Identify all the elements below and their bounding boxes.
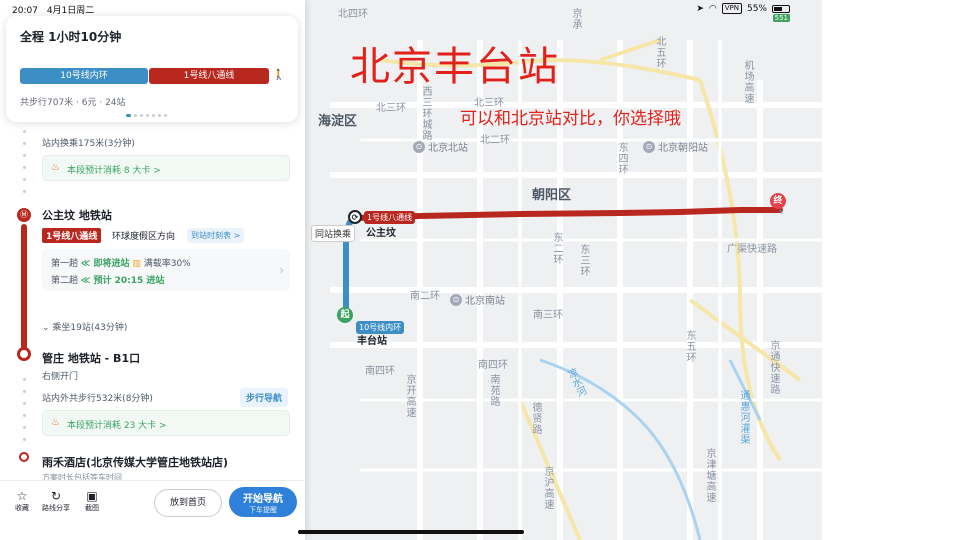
road-label: 广渠快速路 xyxy=(727,244,777,255)
route-meta: 共步行707米 · 6元 · 24站 xyxy=(20,98,126,108)
line-badge: 1号线八通线 xyxy=(42,228,102,243)
route-summary-card[interactable]: 全程 1小时10分钟 10号线内环 1号线八通线 🚶 共步行707米 · 6元 … xyxy=(6,16,298,122)
direction-text: 环球度假区方向 xyxy=(112,232,176,242)
alight-stop-marker xyxy=(17,347,31,361)
road-label: 南三环 xyxy=(533,310,563,321)
screenshot-button[interactable]: ▣ 截图 xyxy=(77,489,107,513)
road-label: 东三环 xyxy=(578,244,589,277)
train-arrival-box[interactable]: 第一趟 ≪ 即将进站 ▥ 满载率30% 第二趟 ≪ 预计 20:15 进站 › xyxy=(42,249,290,291)
road-label: 东五环 xyxy=(684,330,695,363)
alight-station[interactable]: 管庄 地铁站 - B1口 xyxy=(42,350,140,366)
road-label: 北二环 xyxy=(480,135,510,146)
road-label: 京开高速 xyxy=(404,374,415,418)
metro-icon: Ⓜ xyxy=(17,208,31,222)
road-label: 北五环 xyxy=(654,36,665,69)
road-label: 南苑路 xyxy=(488,374,499,407)
status-date: 4月1日周二 xyxy=(46,6,95,16)
train-row-2: 第二趟 ≪ 预计 20:15 进站 xyxy=(51,276,165,286)
start-navigation-button[interactable]: 开始导航 下车提醒 xyxy=(229,487,297,517)
add-to-home-button[interactable]: 放到首页 xyxy=(154,489,222,517)
location-icon: ➤ xyxy=(696,3,704,14)
bottom-action-bar: ☆ 收藏 ↻ 路线分享 ▣ 截图 放到首页 开始导航 下车提醒 xyxy=(0,480,305,540)
favorite-button[interactable]: ☆ 收藏 xyxy=(7,489,37,513)
train-station-icon: ⊙ xyxy=(450,293,462,306)
walk-nav-button[interactable]: 步行导航 xyxy=(240,388,289,407)
road-label: 东四环 xyxy=(616,142,627,175)
share-icon: ↻ xyxy=(50,489,62,503)
road-shield-badge: 551 xyxy=(772,14,790,22)
crowd-icon: ▥ xyxy=(132,259,144,269)
boarding-station[interactable]: 公主坟 地铁站 xyxy=(42,207,112,223)
road-label: 南四环 xyxy=(365,366,395,377)
vpn-badge: VPN xyxy=(721,3,742,14)
road-label: 西三环城路 xyxy=(420,86,431,141)
segment-line10[interactable]: 10号线内环 xyxy=(20,68,148,84)
start-station-label: 丰台站 xyxy=(357,336,387,347)
home-indicator[interactable] xyxy=(298,530,524,534)
district-haidian: 海淀区 xyxy=(318,114,358,129)
road-label: 京津塘高速 xyxy=(704,448,715,503)
road-label: 东二环 xyxy=(551,232,562,265)
battery-icon xyxy=(772,4,790,13)
flame-icon: ♨ xyxy=(51,162,60,173)
annotation-subtitle: 可以和北京站对比，你选择哦 xyxy=(460,109,681,129)
star-icon: ☆ xyxy=(16,489,28,503)
road-label: 南四环 xyxy=(478,360,508,371)
total-duration: 全程 1小时10分钟 xyxy=(20,30,122,44)
road-label: 京沪高速 xyxy=(542,466,553,510)
timetable-button[interactable]: 到站时刻表 > xyxy=(187,228,245,243)
chevron-right-icon: › xyxy=(279,263,284,277)
line1-timeline xyxy=(21,224,27,350)
poi-beijing-north-station[interactable]: ⊙ 北京北站 xyxy=(413,139,468,154)
river-label: 通惠河灌渠 xyxy=(738,390,749,445)
route-tag-line1: 1号线八通线 xyxy=(364,211,416,224)
image-icon: ▣ xyxy=(86,489,98,503)
exit-walk-text: 站内外共步行532米(8分钟) xyxy=(42,394,153,404)
destination-marker xyxy=(19,452,29,462)
page-indicator xyxy=(126,114,167,117)
segment-line1[interactable]: 1号线八通线 xyxy=(149,68,269,84)
train-row-1: 第一趟 ≪ 即将进站 ▥ 满载率30% xyxy=(51,259,191,269)
ipad-screen: 海淀区 朝阳区 北三环 北二环 北四环 北三环 西三环城路 东四环 东二环 东三… xyxy=(0,0,822,540)
status-bar: 20:07 4月1日周二 ➤ ◠ VPN 55% xyxy=(0,0,822,16)
poi-beijing-south-station[interactable]: ⊙ 北京南站 xyxy=(450,292,505,307)
screenshot-stage: 海淀区 朝阳区 北三环 北二环 北四环 北三环 西三环城路 东四环 东二环 东三… xyxy=(0,0,960,540)
road-label: 北三环 xyxy=(376,103,406,114)
wifi-icon: ◠ xyxy=(708,3,717,14)
transfer-icon[interactable]: ⟳ xyxy=(348,210,362,224)
train-station-icon: ⊙ xyxy=(643,140,655,153)
route-detail-panel: 全程 1小时10分钟 10号线内环 1号线八通线 🚶 共步行707米 · 6元 … xyxy=(0,0,305,540)
door-side-text: 右侧开门 xyxy=(42,372,79,382)
battery-percent: 55% xyxy=(746,3,767,14)
transfer-station-label: 公主坟 xyxy=(366,228,396,239)
walk-icon: 🚶 xyxy=(272,70,286,81)
road-label: 南二环 xyxy=(410,291,440,302)
calorie-card-2[interactable]: ♨ 本段预计消耗 23 大卡 > xyxy=(42,410,290,436)
transfer-tag: 同站换乘 xyxy=(311,225,356,242)
road-label: 德贤路 xyxy=(530,402,541,435)
road-label: 京通快速路 xyxy=(768,340,779,395)
start-pin-icon[interactable]: 起 xyxy=(337,307,353,323)
calorie-card-1[interactable]: ♨ 本段预计消耗 8 大卡 > xyxy=(42,155,290,181)
transfer-walk-text: 站内换乘175米(3分钟) xyxy=(42,139,135,149)
status-time: 20:07 xyxy=(12,6,38,16)
destination-name[interactable]: 雨禾酒店(北京传媒大学管庄地铁站店) xyxy=(42,454,228,470)
ride-toggle[interactable]: ⌄ 乘坐19站(43分钟) xyxy=(42,320,127,333)
poi-beijing-chaoyang-station[interactable]: ⊙ 北京朝阳站 xyxy=(643,139,708,154)
road-label: 机场高速 xyxy=(742,60,753,104)
end-pin-icon[interactable]: 终 xyxy=(770,193,786,209)
share-route-button[interactable]: ↻ 路线分享 xyxy=(41,489,71,513)
annotation-title: 北京丰台站 xyxy=(350,44,560,90)
flame-icon: ♨ xyxy=(51,417,60,428)
district-chaoyang: 朝阳区 xyxy=(532,188,572,203)
train-station-icon: ⊙ xyxy=(413,140,425,153)
